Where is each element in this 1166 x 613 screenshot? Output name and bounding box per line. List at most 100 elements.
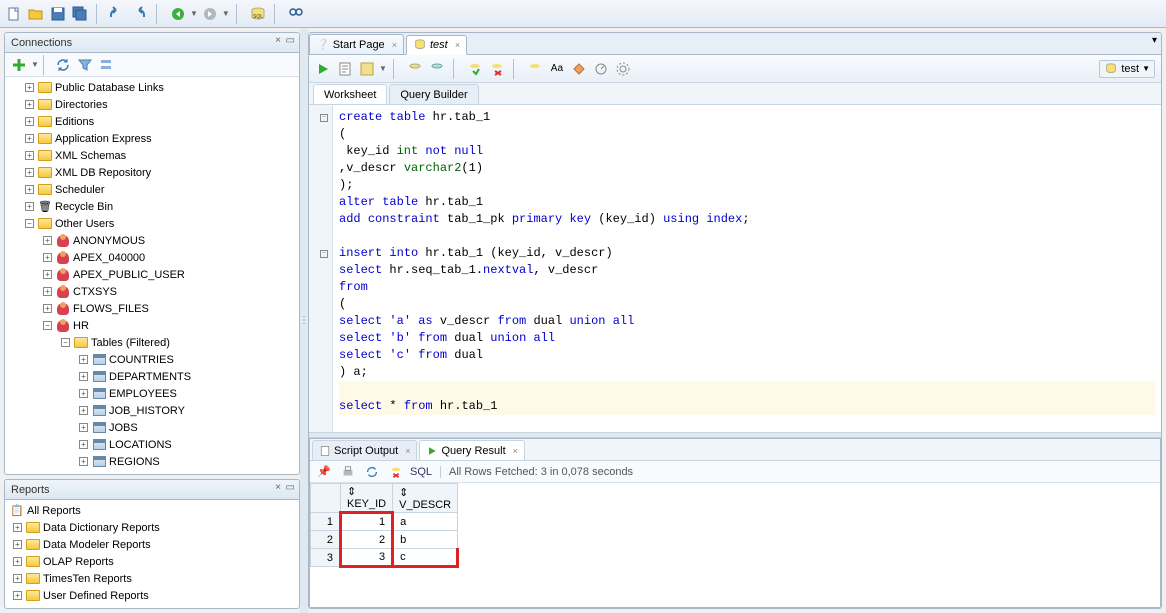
tree-item-xmldb[interactable]: +XML DB Repository bbox=[5, 164, 299, 181]
undo-icon[interactable] bbox=[108, 4, 128, 24]
settings-icon[interactable] bbox=[613, 59, 633, 79]
result-grid[interactable]: ⇕ KEY_ID ⇕ V_DESCR 1 1 a 2 2 b bbox=[310, 483, 1160, 607]
tree-item-userdef[interactable]: +User Defined Reports bbox=[5, 587, 299, 604]
close-icon[interactable]: × bbox=[513, 446, 518, 456]
case-icon[interactable]: Aa bbox=[547, 59, 567, 79]
svg-text:SQL: SQL bbox=[253, 14, 263, 20]
tree-item-tablesfiltered[interactable]: −Tables (Filtered) bbox=[5, 334, 299, 351]
db-selector[interactable]: test ▼ bbox=[1099, 60, 1155, 78]
connections-header: Connections × ▭ bbox=[5, 33, 299, 53]
clear-icon[interactable] bbox=[569, 59, 589, 79]
tuning-icon[interactable] bbox=[591, 59, 611, 79]
tree-item-scheduler[interactable]: +Scheduler bbox=[5, 181, 299, 198]
connections-toolbar: ▼ bbox=[5, 53, 299, 77]
tree-item-countries[interactable]: +COUNTRIES bbox=[5, 351, 299, 368]
minimize-icon[interactable]: ▭ bbox=[286, 35, 295, 46]
tree-item-olap[interactable]: +OLAP Reports bbox=[5, 553, 299, 570]
sql-button[interactable]: SQL bbox=[410, 466, 432, 478]
autotrace-icon[interactable] bbox=[405, 59, 425, 79]
close-icon[interactable]: × bbox=[275, 35, 281, 46]
tree-item-ctxsys[interactable]: +CTXSYS bbox=[5, 283, 299, 300]
cancel-icon[interactable] bbox=[386, 462, 406, 482]
script-icon bbox=[319, 445, 331, 457]
tree-item-recyclebin[interactable]: +🗑Recycle Bin bbox=[5, 198, 299, 215]
new-icon[interactable] bbox=[4, 4, 24, 24]
minimize-icon[interactable]: ▭ bbox=[286, 482, 295, 493]
reports-tree[interactable]: 📋All Reports +Data Dictionary Reports +D… bbox=[5, 500, 299, 608]
new-connection-icon[interactable] bbox=[9, 55, 29, 75]
tab-test[interactable]: test × bbox=[406, 35, 467, 55]
tree-item-otherusers[interactable]: −Other Users bbox=[5, 215, 299, 232]
tree-item-jobhistory[interactable]: +JOB_HISTORY bbox=[5, 402, 299, 419]
close-icon[interactable]: × bbox=[455, 40, 460, 50]
forward-icon[interactable] bbox=[200, 4, 220, 24]
tree-item-anonymous[interactable]: +ANONYMOUS bbox=[5, 232, 299, 249]
back-icon[interactable] bbox=[168, 4, 188, 24]
tree-item-flowsfiles[interactable]: +FLOWS_FILES bbox=[5, 300, 299, 317]
pin-icon[interactable]: 📌 bbox=[314, 462, 334, 482]
result-status: All Rows Fetched: 3 in 0,078 seconds bbox=[440, 466, 633, 478]
tree-item-regions[interactable]: +REGIONS bbox=[5, 453, 299, 470]
subtab-querybuilder[interactable]: Query Builder bbox=[389, 84, 478, 104]
tab-menu-icon[interactable]: ▾ bbox=[1152, 35, 1157, 46]
output-toolbar: 📌 SQL All Rows Fetched: 3 in 0,078 secon… bbox=[310, 461, 1160, 483]
connections-tree[interactable]: +Public Database Links +Directories +Edi… bbox=[5, 77, 299, 474]
help-icon: ❔ bbox=[316, 38, 330, 51]
code-editor[interactable]: − − create table hr.tab_1 ( key_id int n… bbox=[309, 105, 1161, 432]
tree-item-datamodeler[interactable]: +Data Modeler Reports bbox=[5, 536, 299, 553]
tree-item-hr[interactable]: −HR bbox=[5, 317, 299, 334]
tree-item-directories[interactable]: +Directories bbox=[5, 96, 299, 113]
editor-gutter: − − bbox=[309, 105, 333, 432]
sql-history-icon[interactable] bbox=[525, 59, 545, 79]
tree-item-editions[interactable]: +Editions bbox=[5, 113, 299, 130]
tree-item-pubdblinks[interactable]: +Public Database Links bbox=[5, 79, 299, 96]
table-row[interactable]: 2 2 b bbox=[311, 531, 458, 549]
output-tabs: Script Output × Query Result × bbox=[310, 439, 1160, 461]
subtab-worksheet[interactable]: Worksheet bbox=[313, 84, 387, 104]
vertical-splitter[interactable] bbox=[300, 28, 308, 613]
collapse-icon[interactable] bbox=[97, 55, 117, 75]
tree-item-apexpublic[interactable]: +APEX_PUBLIC_USER bbox=[5, 266, 299, 283]
redo-icon[interactable] bbox=[130, 4, 150, 24]
refresh-result-icon[interactable] bbox=[362, 462, 382, 482]
tree-item-departments[interactable]: +DEPARTMENTS bbox=[5, 368, 299, 385]
db-rollback-icon[interactable] bbox=[487, 59, 507, 79]
find-icon[interactable] bbox=[286, 4, 306, 24]
col-key-id[interactable]: ⇕ KEY_ID bbox=[341, 484, 393, 513]
tab-script-output[interactable]: Script Output × bbox=[312, 440, 417, 460]
run-icon[interactable] bbox=[313, 59, 333, 79]
table-row[interactable]: 3 3 c bbox=[311, 549, 458, 567]
save-all-icon[interactable] bbox=[70, 4, 90, 24]
connections-title: Connections bbox=[11, 37, 72, 49]
tree-item-locations[interactable]: +LOCATIONS bbox=[5, 436, 299, 453]
tree-item-appexpress[interactable]: +Application Express bbox=[5, 130, 299, 147]
filter-icon[interactable] bbox=[75, 55, 95, 75]
close-icon[interactable]: × bbox=[275, 482, 281, 493]
refresh-conn-icon[interactable] bbox=[53, 55, 73, 75]
reports-panel: Reports × ▭ 📋All Reports +Data Dictionar… bbox=[4, 479, 300, 609]
open-icon[interactable] bbox=[26, 4, 46, 24]
tree-item-datadict[interactable]: +Data Dictionary Reports bbox=[5, 519, 299, 536]
connections-panel: Connections × ▭ ▼ +Public Database Links… bbox=[4, 32, 300, 475]
commit-icon[interactable] bbox=[427, 59, 447, 79]
save-icon[interactable] bbox=[48, 4, 68, 24]
col-v-descr[interactable]: ⇕ V_DESCR bbox=[393, 484, 458, 513]
tree-item-apex040000[interactable]: +APEX_040000 bbox=[5, 249, 299, 266]
tree-item-timesten[interactable]: +TimesTen Reports bbox=[5, 570, 299, 587]
table-row[interactable]: 1 1 a bbox=[311, 513, 458, 531]
sql-icon[interactable]: SQL bbox=[248, 4, 268, 24]
tree-item-xmlschemas[interactable]: +XML Schemas bbox=[5, 147, 299, 164]
subtab-bar: Worksheet Query Builder bbox=[309, 83, 1161, 105]
close-icon[interactable]: × bbox=[392, 40, 397, 50]
explain-icon[interactable] bbox=[357, 59, 377, 79]
print-icon[interactable] bbox=[338, 462, 358, 482]
db-commit-icon[interactable] bbox=[465, 59, 485, 79]
tree-item-jobs[interactable]: +JOBS bbox=[5, 419, 299, 436]
close-icon[interactable]: × bbox=[405, 446, 410, 456]
tab-startpage[interactable]: ❔ Start Page × bbox=[309, 34, 404, 54]
code-content[interactable]: create table hr.tab_1 ( key_id int not n… bbox=[333, 105, 1161, 432]
tree-item-allreports[interactable]: 📋All Reports bbox=[5, 502, 299, 519]
tab-query-result[interactable]: Query Result × bbox=[419, 440, 524, 460]
tree-item-employees[interactable]: +EMPLOYEES bbox=[5, 385, 299, 402]
run-script-icon[interactable] bbox=[335, 59, 355, 79]
